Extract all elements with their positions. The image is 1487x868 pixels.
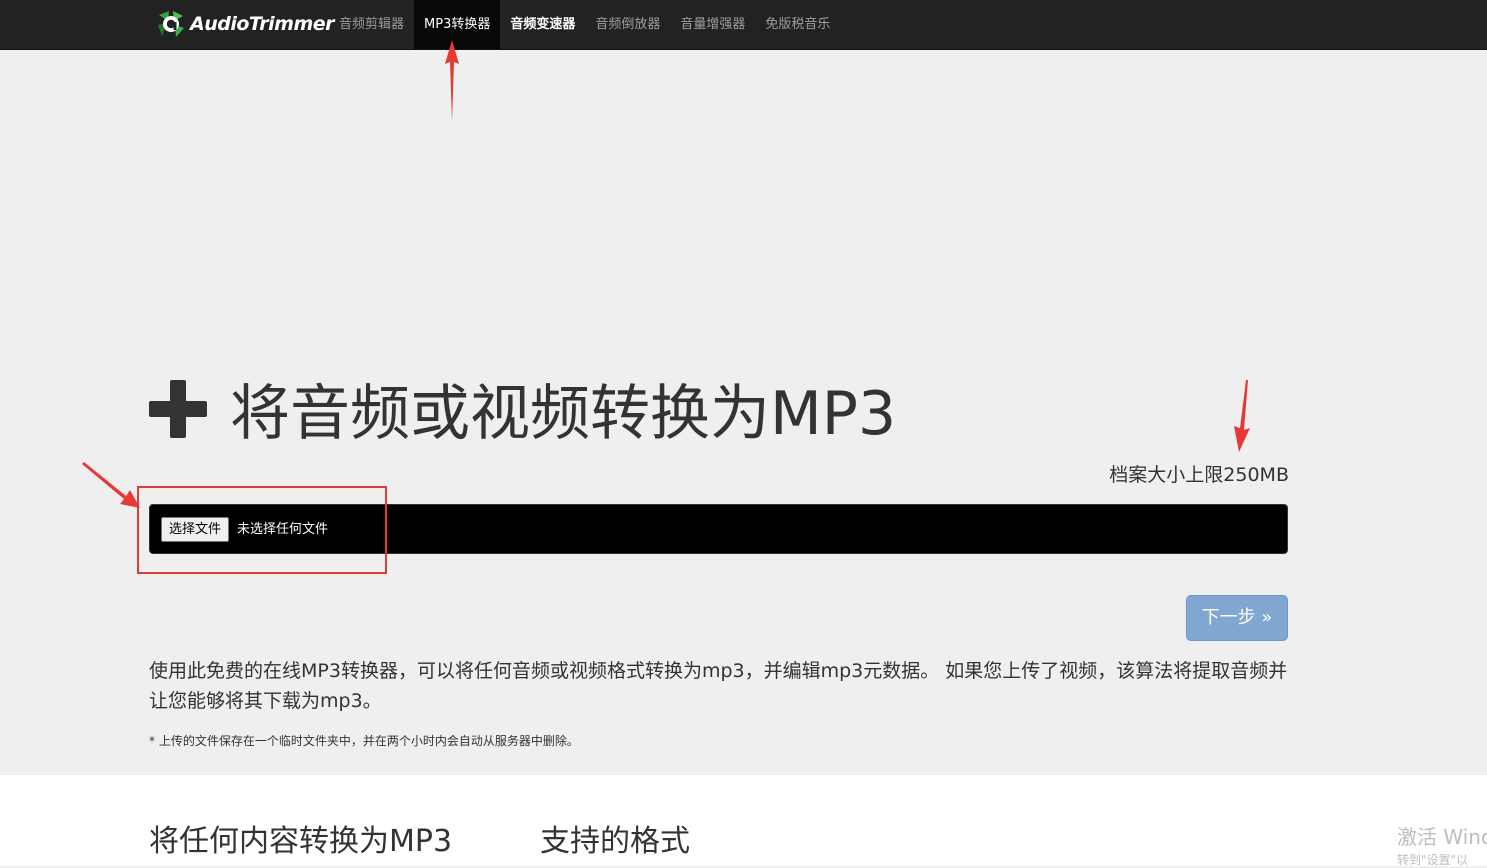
nav-item-volume-booster[interactable]: 音量增强器	[670, 0, 755, 49]
nav-item-audio-speed-changer[interactable]: 音频变速器	[500, 0, 585, 49]
nav-item-royalty-free-music[interactable]: 免版税音乐	[755, 0, 840, 49]
description-text: 使用此免费的在线MP3转换器，可以将任何音频或视频格式转换为mp3，并编辑mp3…	[149, 660, 1288, 712]
next-step-button[interactable]: 下一步 »	[1186, 595, 1288, 641]
nav-item-mp3-converter[interactable]: MP3转换器	[414, 0, 501, 49]
nav-item-audio-reverser[interactable]: 音频倒放器	[585, 0, 670, 49]
nav-item-audio-cutter[interactable]: 音频剪辑器	[329, 0, 414, 49]
footnote-text: * 上传的文件保存在一个临时文件夹中，并在两个小时内会自动从服务器中删除。	[149, 734, 579, 748]
file-input[interactable]: 选择文件 未选择任何文件	[149, 504, 1288, 554]
nav-menu: 音频剪辑器 MP3转换器 音频变速器 音频倒放器 音量增强器 免版税音乐	[329, 0, 840, 49]
brand-name: AudioTrimmer	[190, 13, 335, 35]
section-title-supported-formats: 支持的格式	[540, 824, 690, 859]
page-title: 将音频或视频转换为MP3	[230, 379, 897, 449]
file-status-text: 未选择任何文件	[237, 522, 329, 537]
windows-activation-watermark: 激活 Winc	[1397, 825, 1487, 849]
choose-file-button[interactable]: 选择文件	[161, 517, 230, 542]
plus-icon	[149, 380, 207, 438]
file-size-limit: 档案大小上限250MB	[1109, 464, 1289, 486]
section-title-convert-anything: 将任何内容转换为MP3	[149, 824, 453, 859]
top-navbar: AudioTrimmer 音频剪辑器 MP3转换器 音频变速器 音频倒放器 音量…	[0, 0, 1487, 50]
brand[interactable]: AudioTrimmer	[156, 8, 335, 40]
windows-activation-watermark-sub: 转到"设置"以	[1397, 853, 1469, 867]
audiotrimmer-logo-icon	[158, 11, 184, 37]
lower-section: 将任何内容转换为MP3 支持的格式 激活 Winc 转到"设置"以	[0, 775, 1487, 867]
